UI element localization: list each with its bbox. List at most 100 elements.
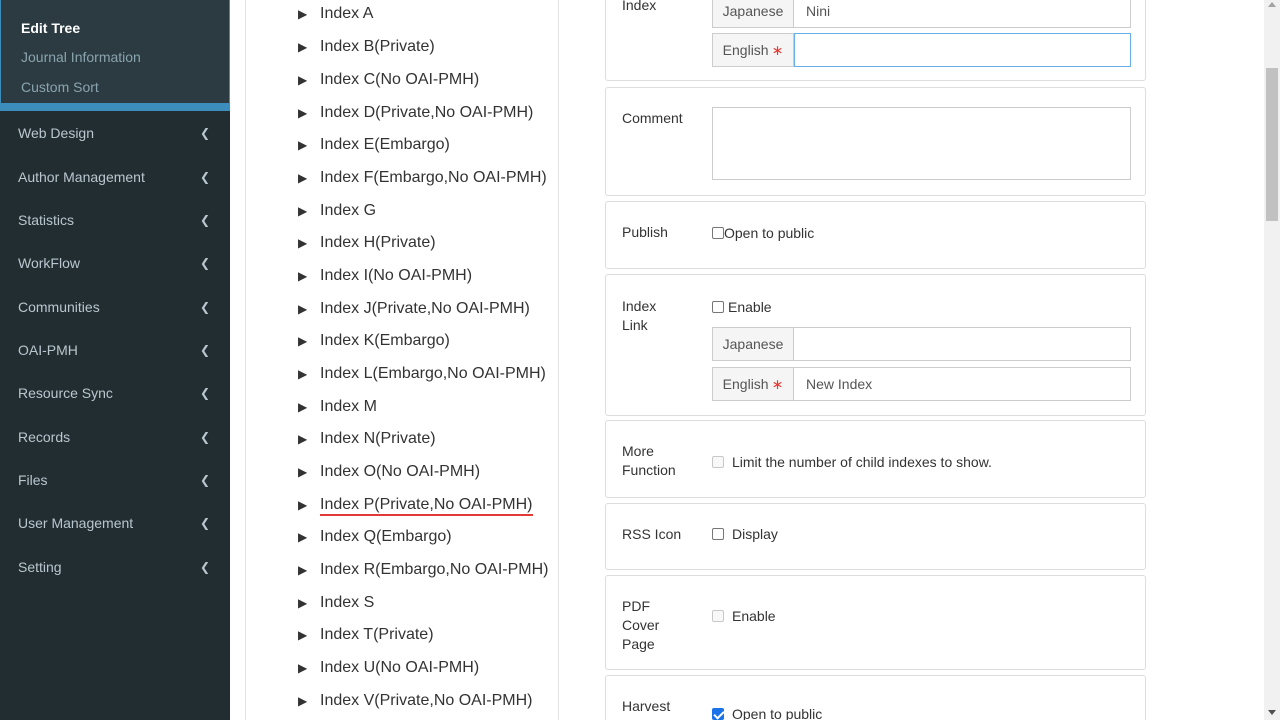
rss-display-checkbox[interactable] xyxy=(712,528,724,540)
tree-node-label[interactable]: Index B(Private) xyxy=(320,38,435,55)
triangle-right-icon[interactable]: ▶ xyxy=(298,204,318,218)
tree-node-index-h[interactable]: ▶ Index H(Private) xyxy=(298,234,436,252)
tree-node-index-m[interactable]: ▶ Index M xyxy=(298,398,377,416)
tree-node-index-q[interactable]: ▶ Index Q(Embargo) xyxy=(298,528,452,546)
triangle-right-icon[interactable]: ▶ xyxy=(298,628,318,642)
tree-node-index-v[interactable]: ▶ Index V(Private,No OAI-PMH) xyxy=(298,692,533,710)
menu-statistics[interactable]: Statistics ❮ xyxy=(0,198,230,241)
tree-node-label[interactable]: Index E(Embargo) xyxy=(320,136,450,153)
tree-node-index-f[interactable]: ▶ Index F(Embargo,No OAI-PMH) xyxy=(298,169,547,187)
tree-node-index-t[interactable]: ▶ Index T(Private) xyxy=(298,626,434,644)
index-link-enable-checkbox[interactable] xyxy=(712,301,724,313)
publish-checkbox-row[interactable]: Open to public xyxy=(712,225,814,241)
tree-node-label[interactable]: Index O(No OAI-PMH) xyxy=(320,463,480,480)
index-link-japanese-input[interactable] xyxy=(794,327,1131,361)
scroll-down-icon[interactable] xyxy=(1268,710,1276,715)
tree-node-label[interactable]: Index L(Embargo,No OAI-PMH) xyxy=(320,365,546,382)
menu-records[interactable]: Records ❮ xyxy=(0,415,230,458)
triangle-right-icon[interactable]: ▶ xyxy=(298,269,318,283)
tree-node-label[interactable]: Index M xyxy=(320,398,377,415)
tree-node-label[interactable]: Index F(Embargo,No OAI-PMH) xyxy=(320,169,547,186)
tree-node-index-n[interactable]: ▶ Index N(Private) xyxy=(298,430,436,448)
triangle-right-icon[interactable]: ▶ xyxy=(298,367,318,381)
index-link-enable-row[interactable]: Enable xyxy=(712,299,772,315)
triangle-right-icon[interactable]: ▶ xyxy=(298,400,318,414)
triangle-right-icon[interactable]: ▶ xyxy=(298,432,318,446)
scroll-up-icon[interactable] xyxy=(1268,2,1276,7)
tree-node-index-k[interactable]: ▶ Index K(Embargo) xyxy=(298,332,450,350)
tree-node-label[interactable]: Index J(Private,No OAI-PMH) xyxy=(320,300,530,317)
submenu-custom-sort[interactable]: Custom Sort xyxy=(21,79,99,95)
tree-node-index-c[interactable]: ▶ Index C(No OAI-PMH) xyxy=(298,71,479,89)
tree-node-index-r[interactable]: ▶ Index R(Embargo,No OAI-PMH) xyxy=(298,561,549,579)
tree-node-index-d[interactable]: ▶ Index D(Private,No OAI-PMH) xyxy=(298,104,533,122)
menu-web-design[interactable]: Web Design ❮ xyxy=(0,111,230,154)
limit-children-checkbox[interactable] xyxy=(712,456,724,468)
tree-node-index-u[interactable]: ▶ Index U(No OAI-PMH) xyxy=(298,659,479,677)
triangle-right-icon[interactable]: ▶ xyxy=(298,694,318,708)
menu-oai-pmh[interactable]: OAI-PMH ❮ xyxy=(0,328,230,371)
harvest-checkbox[interactable] xyxy=(712,708,724,720)
menu-files[interactable]: Files ❮ xyxy=(0,458,230,501)
tree-node-label[interactable]: Index N(Private) xyxy=(320,430,436,447)
tree-node-label[interactable]: Index V(Private,No OAI-PMH) xyxy=(320,692,533,709)
triangle-right-icon[interactable]: ▶ xyxy=(298,530,318,544)
tree-node-label[interactable]: Index U(No OAI-PMH) xyxy=(320,659,479,676)
tree-node-label[interactable]: Index H(Private) xyxy=(320,234,436,251)
triangle-right-icon[interactable]: ▶ xyxy=(298,596,318,610)
triangle-right-icon[interactable]: ▶ xyxy=(298,465,318,479)
tree-node-label[interactable]: Index D(Private,No OAI-PMH) xyxy=(320,104,533,121)
tree-node-index-o[interactable]: ▶ Index O(No OAI-PMH) xyxy=(298,463,480,481)
triangle-right-icon[interactable]: ▶ xyxy=(298,661,318,675)
menu-workflow[interactable]: WorkFlow ❮ xyxy=(0,241,230,284)
tree-node-label[interactable]: Index C(No OAI-PMH) xyxy=(320,71,479,88)
tree-node-index-g[interactable]: ▶ Index G xyxy=(298,202,376,220)
tree-node-label[interactable]: Index R(Embargo,No OAI-PMH) xyxy=(320,561,549,578)
tree-node-label[interactable]: Index I(No OAI-PMH) xyxy=(320,267,472,284)
tree-node-label[interactable]: Index A xyxy=(320,5,373,22)
triangle-right-icon[interactable]: ▶ xyxy=(298,563,318,577)
rss-display-row[interactable]: Display xyxy=(712,526,778,542)
tree-node-index-l[interactable]: ▶ Index L(Embargo,No OAI-PMH) xyxy=(298,365,546,383)
tree-node-index-s[interactable]: ▶ Index S xyxy=(298,594,374,612)
page-scrollbar[interactable] xyxy=(1264,0,1280,720)
comment-textarea[interactable] xyxy=(712,107,1131,180)
menu-communities[interactable]: Communities ❮ xyxy=(0,285,230,328)
pdf-cover-enable-row[interactable]: Enable xyxy=(712,608,776,624)
triangle-right-icon[interactable]: ▶ xyxy=(298,138,318,152)
tree-node-label[interactable]: Index G xyxy=(320,202,376,219)
triangle-right-icon[interactable]: ▶ xyxy=(298,302,318,316)
tree-node-index-i[interactable]: ▶ Index I(No OAI-PMH) xyxy=(298,267,472,285)
triangle-right-icon[interactable]: ▶ xyxy=(298,7,318,21)
triangle-right-icon[interactable]: ▶ xyxy=(298,106,318,120)
tree-node-index-a[interactable]: ▶ Index A xyxy=(298,5,373,23)
tree-node-label[interactable]: Index S xyxy=(320,594,374,611)
pdf-cover-enable-checkbox[interactable] xyxy=(712,610,724,622)
index-english-input[interactable] xyxy=(794,33,1131,67)
scrollbar-thumb[interactable] xyxy=(1266,68,1278,221)
menu-resource-sync[interactable]: Resource Sync ❮ xyxy=(0,371,230,414)
more-function-checkbox-row[interactable]: Limit the number of child indexes to sho… xyxy=(712,454,992,470)
tree-node-label[interactable]: Index Q(Embargo) xyxy=(320,528,452,545)
triangle-right-icon[interactable]: ▶ xyxy=(298,498,318,512)
submenu-edit-tree[interactable]: Edit Tree xyxy=(21,20,80,36)
menu-user-management[interactable]: User Management ❮ xyxy=(0,501,230,544)
triangle-right-icon[interactable]: ▶ xyxy=(298,73,318,87)
tree-node-index-j[interactable]: ▶ Index J(Private,No OAI-PMH) xyxy=(298,300,530,318)
triangle-right-icon[interactable]: ▶ xyxy=(298,171,318,185)
triangle-right-icon[interactable]: ▶ xyxy=(298,334,318,348)
tree-node-index-p[interactable]: ▶ Index P(Private,No OAI-PMH) xyxy=(298,496,533,516)
index-link-english-input[interactable]: New Index xyxy=(794,367,1131,401)
menu-author-management[interactable]: Author Management ❮ xyxy=(0,155,230,198)
index-japanese-input[interactable]: Nini xyxy=(794,0,1131,28)
harvest-checkbox-row[interactable]: Open to public xyxy=(712,706,822,720)
triangle-right-icon[interactable]: ▶ xyxy=(298,236,318,250)
publish-checkbox[interactable] xyxy=(712,227,724,239)
tree-node-index-b[interactable]: ▶ Index B(Private) xyxy=(298,38,435,56)
tree-node-index-e[interactable]: ▶ Index E(Embargo) xyxy=(298,136,450,154)
tree-node-label-selected[interactable]: Index P(Private,No OAI-PMH) xyxy=(320,496,533,516)
submenu-journal-information[interactable]: Journal Information xyxy=(21,49,141,65)
tree-node-label[interactable]: Index T(Private) xyxy=(320,626,434,643)
tree-node-label[interactable]: Index K(Embargo) xyxy=(320,332,450,349)
menu-setting[interactable]: Setting ❮ xyxy=(0,545,230,588)
